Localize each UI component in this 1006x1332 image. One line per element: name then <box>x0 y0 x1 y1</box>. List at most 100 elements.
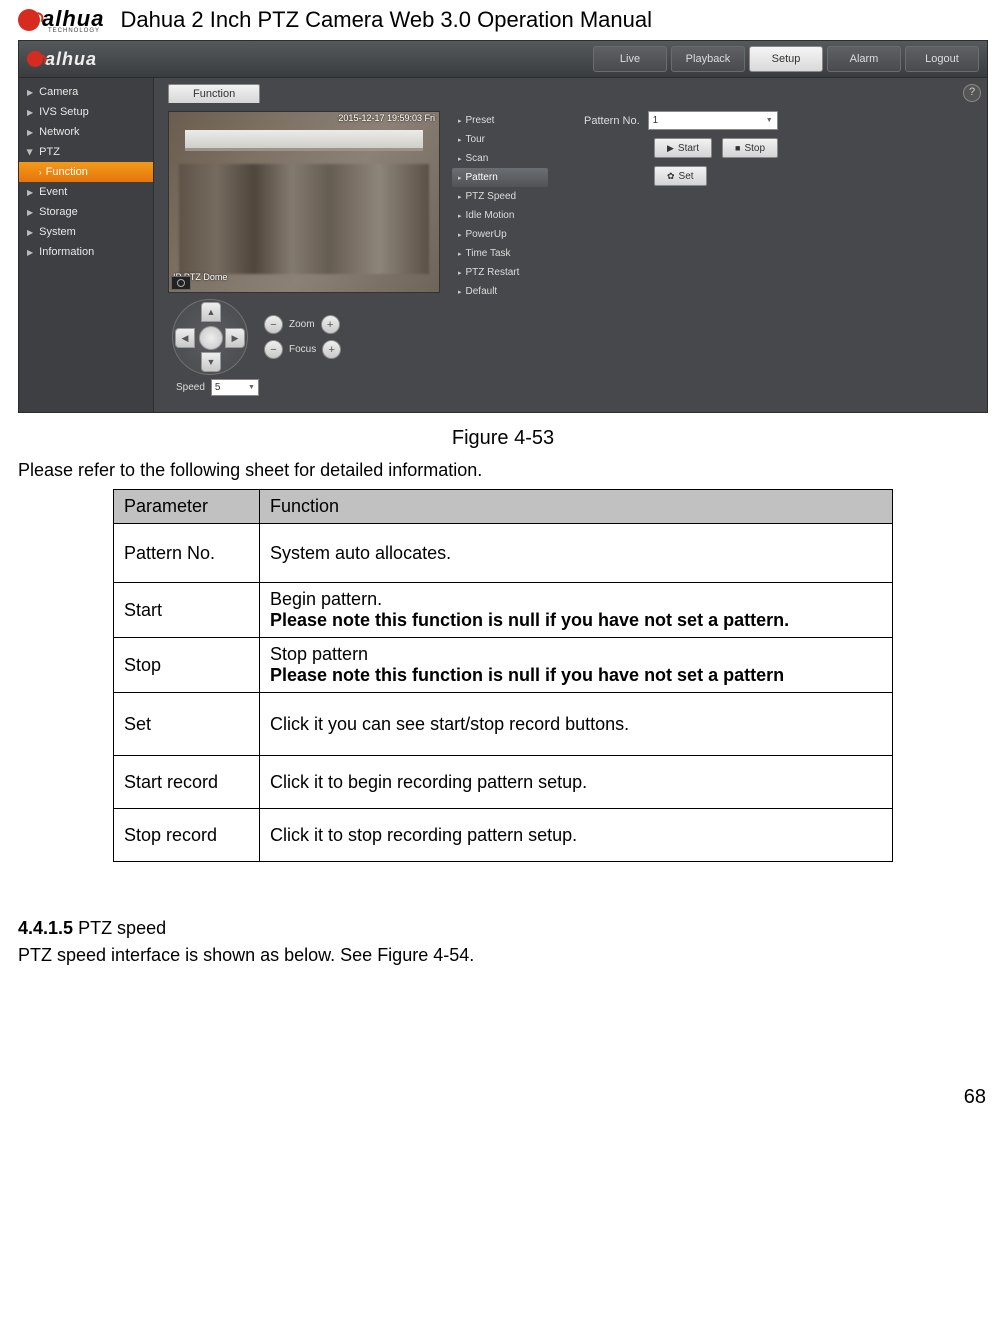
ptz-down-button[interactable]: ▼ <box>201 352 221 372</box>
zoom-in-button[interactable]: + <box>321 315 340 334</box>
sidebar-subitem-function[interactable]: ›Function <box>19 162 153 182</box>
section-heading: 4.4.1.5 PTZ speed <box>18 918 988 939</box>
chevron-right-icon: ▶ <box>27 108 33 117</box>
focus-in-button[interactable]: + <box>322 340 341 359</box>
logo-mark-icon <box>27 51 43 67</box>
tab-alarm[interactable]: Alarm <box>827 46 901 72</box>
sidebar-item-information[interactable]: ▶Information <box>19 242 153 262</box>
tab-logout[interactable]: Logout <box>905 46 979 72</box>
bullet-icon: ▸ <box>458 250 462 258</box>
chevron-right-icon: ▶ <box>27 208 33 217</box>
page-header: alhua TECHNOLOGY Dahua 2 Inch PTZ Camera… <box>18 6 988 34</box>
focus-label: Focus <box>289 344 316 355</box>
bullet-icon: ▸ <box>458 174 462 182</box>
sidebar-item-storage[interactable]: ▶Storage <box>19 202 153 222</box>
chevron-right-icon: ▶ <box>27 128 33 137</box>
table-row: Start recordClick it to begin recording … <box>114 756 893 809</box>
figure-caption: Figure 4-53 <box>18 427 988 450</box>
ptz-left-button[interactable]: ◀ <box>175 328 195 348</box>
pattern-no-label: Pattern No. <box>584 115 640 127</box>
zoom-out-button[interactable]: − <box>264 315 283 334</box>
chevron-down-icon: ▶ <box>26 149 35 155</box>
brand-logo: alhua TECHNOLOGY <box>18 6 104 34</box>
chevron-right-icon: ▶ <box>27 248 33 257</box>
bullet-icon: ▸ <box>458 212 462 220</box>
bullet-icon: ▸ <box>458 288 462 296</box>
chevron-right-icon: ▶ <box>27 88 33 97</box>
page-title: Dahua 2 Inch PTZ Camera Web 3.0 Operatio… <box>120 7 652 33</box>
ptz-center-button[interactable] <box>199 326 223 350</box>
ptz-item-tour[interactable]: ▸Tour <box>452 130 548 149</box>
video-timestamp: 2015-12-17 19:59:03 Fri <box>338 113 435 123</box>
logo-mark-icon <box>18 9 40 31</box>
snapshot-button[interactable] <box>171 276 191 290</box>
ptz-up-button[interactable]: ▲ <box>201 302 221 322</box>
table-row: Pattern No.System auto allocates. <box>114 524 893 583</box>
start-button[interactable]: ▶Start <box>654 138 712 158</box>
bullet-icon: ▸ <box>458 193 462 201</box>
sidebar-item-ivs[interactable]: ▶IVS Setup <box>19 102 153 122</box>
ptz-item-scan[interactable]: ▸Scan <box>452 149 548 168</box>
ptz-item-idle[interactable]: ▸Idle Motion <box>452 206 548 225</box>
focus-out-button[interactable]: − <box>264 340 283 359</box>
speed-select[interactable]: 5▼ <box>211 379 259 396</box>
app-logo: alhua <box>27 49 97 70</box>
video-preview: 2015-12-17 19:59:03 Fri IP PTZ Dome <box>168 111 440 293</box>
ptz-item-default[interactable]: ▸Default <box>452 282 548 301</box>
page-number: 68 <box>18 1086 986 1109</box>
ptz-item-ptzspeed[interactable]: ▸PTZ Speed <box>452 187 548 206</box>
sidebar-item-system[interactable]: ▶System <box>19 222 153 242</box>
ptz-item-timetask[interactable]: ▸Time Task <box>452 244 548 263</box>
logo-subtext: TECHNOLOGY <box>48 28 104 34</box>
table-row: StartBegin pattern.Please note this func… <box>114 583 893 638</box>
sidebar: ▶Camera ▶IVS Setup ▶Network ▶PTZ ›Functi… <box>19 78 154 412</box>
table-row: Stop recordClick it to stop recording pa… <box>114 809 893 862</box>
set-button[interactable]: ✿Set <box>654 166 707 186</box>
ptz-item-powerup[interactable]: ▸PowerUp <box>452 225 548 244</box>
sidebar-item-network[interactable]: ▶Network <box>19 122 153 142</box>
app-logo-text: alhua <box>45 49 97 70</box>
sidebar-item-event[interactable]: ▶Event <box>19 182 153 202</box>
table-row: StopStop patternPlease note this functio… <box>114 638 893 693</box>
zoom-label: Zoom <box>289 319 315 330</box>
sidebar-item-camera[interactable]: ▶Camera <box>19 82 153 102</box>
main-panel: ? Function 2015-12-17 19:59:03 Fri IP PT… <box>154 78 987 412</box>
ptz-function-list: ▸Preset ▸Tour ▸Scan ▸Pattern ▸PTZ Speed … <box>452 111 548 396</box>
speed-label: Speed <box>176 382 205 393</box>
table-header-function: Function <box>260 490 893 524</box>
bullet-icon: ▸ <box>458 155 462 163</box>
intro-text: Please refer to the following sheet for … <box>18 460 988 481</box>
chevron-right-icon: ▶ <box>27 228 33 237</box>
table-header-parameter: Parameter <box>114 490 260 524</box>
bullet-icon: ▸ <box>458 269 462 277</box>
chevron-right-icon: ▶ <box>27 188 33 197</box>
ptz-item-preset[interactable]: ▸Preset <box>452 111 548 130</box>
tab-live[interactable]: Live <box>593 46 667 72</box>
bullet-icon: ▸ <box>458 117 462 125</box>
bullet-icon: ▸ <box>458 231 462 239</box>
stop-button[interactable]: ■Stop <box>722 138 778 158</box>
chevron-down-icon: ▼ <box>248 384 255 391</box>
tab-setup[interactable]: Setup <box>749 46 823 72</box>
sidebar-item-ptz[interactable]: ▶PTZ <box>19 142 153 162</box>
app-topbar: alhua Live Playback Setup Alarm Logout <box>19 41 987 78</box>
bullet-icon: ▸ <box>458 136 462 144</box>
table-row: SetClick it you can see start/stop recor… <box>114 693 893 756</box>
gear-icon: ✿ <box>667 171 675 182</box>
ptz-item-pattern[interactable]: ▸Pattern <box>452 168 548 187</box>
tab-playback[interactable]: Playback <box>671 46 745 72</box>
stop-icon: ■ <box>735 143 740 153</box>
subtab-function[interactable]: Function <box>168 84 260 103</box>
help-icon[interactable]: ? <box>963 84 981 102</box>
section-body: PTZ speed interface is shown as below. S… <box>18 945 988 966</box>
parameter-table: Parameter Function Pattern No.System aut… <box>113 489 893 862</box>
chevron-down-icon: ▼ <box>766 117 773 124</box>
pattern-no-select[interactable]: 1▼ <box>648 111 778 130</box>
ptz-right-button[interactable]: ▶ <box>225 328 245 348</box>
ptz-direction-pad: ▲ ▼ ◀ ▶ <box>172 299 248 375</box>
pattern-settings: Pattern No. 1▼ ▶Start ■Stop ✿Set <box>560 111 973 396</box>
app-screenshot: alhua Live Playback Setup Alarm Logout ▶… <box>18 40 988 413</box>
play-icon: ▶ <box>667 143 674 154</box>
ptz-item-ptzrestart[interactable]: ▸PTZ Restart <box>452 263 548 282</box>
arrow-right-icon: › <box>39 168 42 177</box>
